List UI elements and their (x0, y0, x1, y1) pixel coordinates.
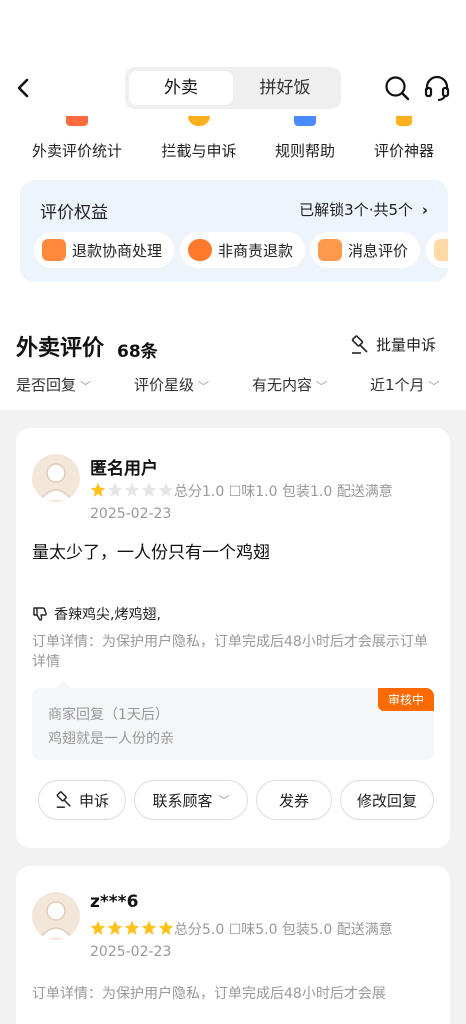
appeal-label: 申诉 (78, 791, 109, 810)
benefits-status-link[interactable]: 已解锁3个·共5个 › (299, 199, 428, 220)
issue-coupon-button[interactable]: 发券 (256, 780, 332, 820)
reply-text: 鸡翅就是一人份的亲 (48, 731, 174, 747)
benefit-icon (434, 239, 448, 261)
star-filled-icon (141, 920, 157, 935)
filter-label: 是否回复 (16, 376, 77, 394)
customer-service-button[interactable] (423, 74, 451, 102)
tab-waimai[interactable]: 外卖 (129, 71, 233, 105)
filter-label: 评价星级 (134, 376, 195, 394)
benefits-status: 已解锁3个·共5个 (299, 201, 414, 219)
user-avatar-icon (39, 463, 73, 501)
disliked-items-text: 香辣鸡尖,烤鸡翅, (54, 607, 161, 623)
star-filled-icon (107, 920, 123, 935)
benefit-chip-non-merchant-refund[interactable]: 非商责退款 (180, 232, 306, 268)
batch-appeal-label: 批量申诉 (375, 336, 436, 354)
review-benefits-panel: 评价权益 已解锁3个·共5个 › 退款协商处理 非商责退款 消息评价 (20, 180, 448, 282)
review-card: z***6 总分5.0 ☐味5.0 包装5.0 配送满意 2025-02-23 … (16, 866, 450, 1024)
shield-icon (188, 116, 210, 126)
star-filled-icon (158, 920, 174, 935)
chevron-right-icon: › (421, 201, 428, 219)
edit-reply-button[interactable]: 修改回复 (340, 780, 434, 820)
contact-customer-button[interactable]: 联系顾客 ﹀ (134, 780, 248, 820)
order-detail: 订单详情：为保护用户隐私，订单完成后48小时后才会展示订单详情 (32, 634, 428, 670)
thumbs-down-icon (33, 607, 47, 621)
benefit-chip-more[interactable] (426, 232, 448, 268)
chip-label: 消息评价 (348, 241, 409, 260)
benefits-title: 评价权益 (40, 203, 108, 223)
gavel-icon (56, 791, 71, 808)
review-card: 匿名用户 总分1.0 ☐味1.0 包装1.0 配送满意 2025-02-23 量… (16, 428, 450, 848)
review-count: 68条 (117, 342, 158, 362)
star-empty-icon (124, 482, 140, 497)
merchant-reply: 商家回复（1天后） 鸡翅就是一人份的亲 审核中 (32, 681, 434, 760)
quick-link-label: 外卖评价统计 (31, 142, 122, 160)
star-rating (90, 920, 175, 936)
star-empty-icon (107, 482, 123, 497)
chevron-left-icon (17, 78, 29, 98)
filter-reply-status[interactable]: 是否回复 ﹀ (16, 374, 91, 395)
search-icon (385, 76, 410, 101)
reviewer-name: 匿名用户 (90, 459, 158, 479)
filter-star-rating[interactable]: 评价星级 ﹀ (134, 374, 209, 395)
chevron-down-icon: ﹀ (80, 380, 92, 393)
benefit-chip-message-review[interactable]: 消息评价 (310, 232, 421, 268)
headset-icon (424, 75, 450, 101)
reply-title: 商家回复（1天后） (48, 707, 169, 723)
back-button[interactable] (12, 74, 36, 102)
filter-bar: 是否回复 ﹀ 评价星级 ﹀ 有无内容 ﹀ 近1个月 ﹀ (0, 372, 466, 400)
header: 外卖 拼好饭 外卖评价统计 拦截与申诉 规则帮助 评价神器 评价权益 已解锁3个… (0, 0, 466, 405)
filter-label: 有无内容 (252, 376, 313, 394)
star-filled-icon (90, 920, 106, 935)
order-detail: 订单详情：为保护用户隐私，订单完成后48小时后才会展 (32, 986, 386, 1002)
filter-has-content[interactable]: 有无内容 ﹀ (252, 374, 327, 395)
status-badge: 审核中 (377, 688, 434, 711)
disliked-items: 香辣鸡尖,烤鸡翅, (32, 604, 161, 624)
message-icon (318, 239, 342, 261)
avatar (32, 892, 80, 940)
chip-label: 退款协商处理 (72, 241, 163, 260)
appeal-button[interactable]: 申诉 (38, 780, 126, 820)
score-details: 总分5.0 ☐味5.0 包装5.0 配送满意 (174, 922, 393, 938)
filter-time-range[interactable]: 近1个月 ﹀ (370, 374, 440, 395)
batch-appeal-button[interactable]: 批量申诉 (350, 334, 436, 355)
chevron-down-icon: ﹀ (316, 380, 328, 393)
refund-icon (188, 239, 212, 261)
quick-link-label: 评价神器 (373, 142, 434, 160)
tab-pinhaofan[interactable]: 拼好饭 (233, 71, 337, 105)
chevron-down-icon: ﹀ (198, 380, 210, 393)
section-title: 外卖评价 (16, 336, 105, 361)
gavel-icon (351, 334, 368, 354)
chip-label: 非商责退款 (218, 241, 294, 260)
contact-label: 联系顾客 (152, 791, 213, 810)
chevron-down-icon: ﹀ (218, 794, 230, 807)
review-content: 量太少了，一人份只有一个鸡翅 (32, 543, 270, 563)
tab-switcher: 外卖 拼好饭 (125, 67, 341, 109)
benefit-chip-refund-negotiation[interactable]: 退款协商处理 (34, 232, 175, 268)
filter-label: 近1个月 (370, 376, 425, 394)
chevron-down-icon: ﹀ (428, 380, 440, 393)
reply-notch (56, 681, 70, 688)
quick-link-review-tool[interactable]: 评价神器 (346, 114, 462, 161)
quick-link-stats[interactable]: 外卖评价统计 (19, 114, 135, 161)
star-filled-icon (124, 920, 140, 935)
star-empty-icon (158, 482, 174, 497)
refund-negotiation-icon (42, 239, 66, 261)
star-rating (90, 482, 175, 498)
review-date: 2025-02-23 (90, 944, 172, 960)
quick-link-label: 拦截与申诉 (161, 142, 237, 160)
user-avatar-icon (39, 901, 73, 939)
quick-links: 外卖评价统计 拦截与申诉 规则帮助 评价神器 (0, 114, 466, 166)
book-icon (294, 116, 316, 126)
reviewer-name: z***6 (90, 892, 139, 912)
review-date: 2025-02-23 (90, 506, 172, 522)
quick-link-intercept-appeal[interactable]: 拦截与申诉 (141, 114, 257, 161)
score-details: 总分1.0 ☐味1.0 包装1.0 配送满意 (174, 484, 393, 500)
star-empty-icon (141, 482, 157, 497)
star-filled-icon (90, 482, 106, 497)
search-button[interactable] (383, 74, 411, 102)
star-icon (396, 116, 412, 126)
stats-icon (66, 116, 88, 126)
avatar (32, 454, 80, 502)
